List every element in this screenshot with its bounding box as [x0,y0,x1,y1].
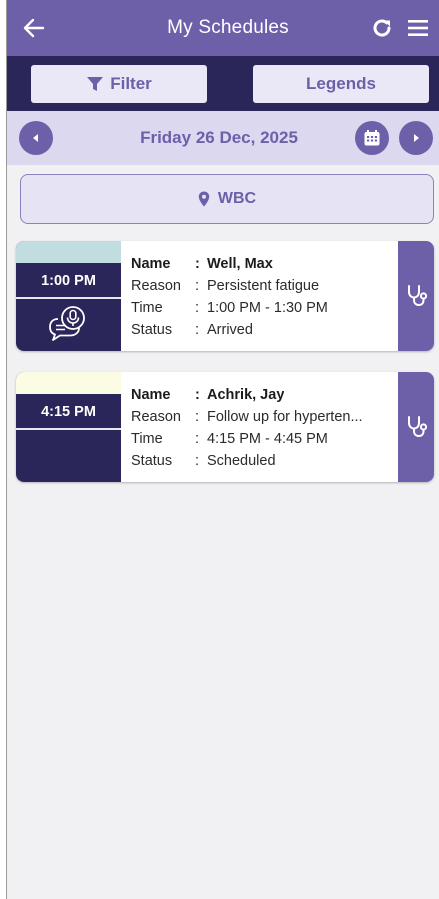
toolbar: Filter Legends [7,56,439,111]
stethoscope-icon [408,285,427,307]
menu-icon [408,20,428,36]
back-button[interactable] [23,17,45,39]
patient-name: Achrik, Jay [207,387,285,403]
patient-name-row: Name : Well, Max [131,253,398,275]
appointment-time-panel: 1:00 PM [16,241,121,351]
appointment-time: 1:00 PM [41,273,96,289]
status-row: Status : Arrived [131,319,398,341]
status-label: Status [131,453,173,469]
filter-icon [87,76,104,91]
time-range: 1:00 PM - 1:30 PM [207,300,328,316]
appointment-details: Name : Well, Max Reason : Persistent fat… [121,241,398,351]
time-row: Time : 4:15 PM - 4:45 PM [131,428,398,450]
name-label: Name [131,387,171,403]
reason-row: Reason : Follow up for hyperten... [131,406,398,428]
reason-value: Persistent fatigue [207,278,320,294]
calendar-icon [364,130,380,146]
legends-label: Legends [306,73,376,93]
appointment-card[interactable]: 4:15 PM Name : Achrik, Jay Reason : Foll… [16,372,434,482]
patient-name: Well, Max [207,256,273,272]
status-label: Status [131,322,173,338]
separator: : [195,453,200,469]
chevron-left-icon [33,134,38,142]
reason-label: Reason [131,409,181,425]
app-frame: My Schedules Filter Legends Friday 26 De… [6,0,439,899]
reason-row: Reason : Persistent fatigue [131,275,398,297]
refresh-button[interactable] [371,17,393,39]
menu-button[interactable] [407,18,429,38]
legends-button[interactable]: Legends [253,64,429,103]
status-color-strip [16,372,121,394]
calendar-button[interactable] [354,121,389,155]
time-label: Time [131,431,163,447]
time-range: 4:15 PM - 4:45 PM [207,431,328,447]
location-selector[interactable]: WBC [20,174,434,224]
back-arrow-icon [23,18,45,38]
date-actions [354,121,433,155]
time-label: Time [131,300,163,316]
location-pin-icon [198,191,210,207]
previous-day-button[interactable] [19,121,53,155]
separator: : [195,387,200,403]
stethoscope-icon [408,416,427,438]
selected-date: Friday 26 Dec, 2025 [140,128,298,147]
time-divider [16,428,121,430]
appointment-time: 4:15 PM [41,404,96,420]
appointment-card[interactable]: 1:00 PM Name : Well, Max Reason: Persis… [16,241,434,351]
status-value: Arrived [207,322,253,338]
header-actions [371,17,429,39]
time-row: Time : 1:00 PM - 1:30 PM [131,297,398,319]
date-bar: Friday 26 Dec, 2025 [7,111,439,165]
patient-name-row: Name : Achrik, Jay [131,384,398,406]
time-divider [16,297,121,299]
start-visit-button[interactable] [398,241,434,351]
separator: : [195,409,200,425]
next-day-button[interactable] [398,121,433,155]
chevron-right-icon [413,134,419,142]
app-header: My Schedules [7,0,439,56]
separator: : [195,431,200,447]
status-color-strip [16,241,121,263]
filter-label: Filter [110,73,152,93]
separator: : [195,300,200,316]
status-value: Scheduled [207,453,276,469]
name-label: Name [131,256,171,272]
separator: : [195,322,200,338]
separator: : [195,278,200,294]
audio-note-icon[interactable] [48,305,88,348]
reason-value: Follow up for hyperten... [207,409,363,425]
filter-button[interactable]: Filter [31,64,207,103]
location-name: WBC [217,190,257,207]
start-visit-button[interactable] [398,372,434,482]
reason-label: Reason [131,278,181,294]
appointment-details: Name : Achrik, Jay Reason : Follow up fo… [121,372,398,482]
appointment-time-panel: 4:15 PM [16,372,121,482]
page-title: My Schedules [167,17,289,38]
refresh-icon [373,19,391,37]
status-row: Status : Scheduled [131,450,398,472]
separator: : [195,256,200,272]
